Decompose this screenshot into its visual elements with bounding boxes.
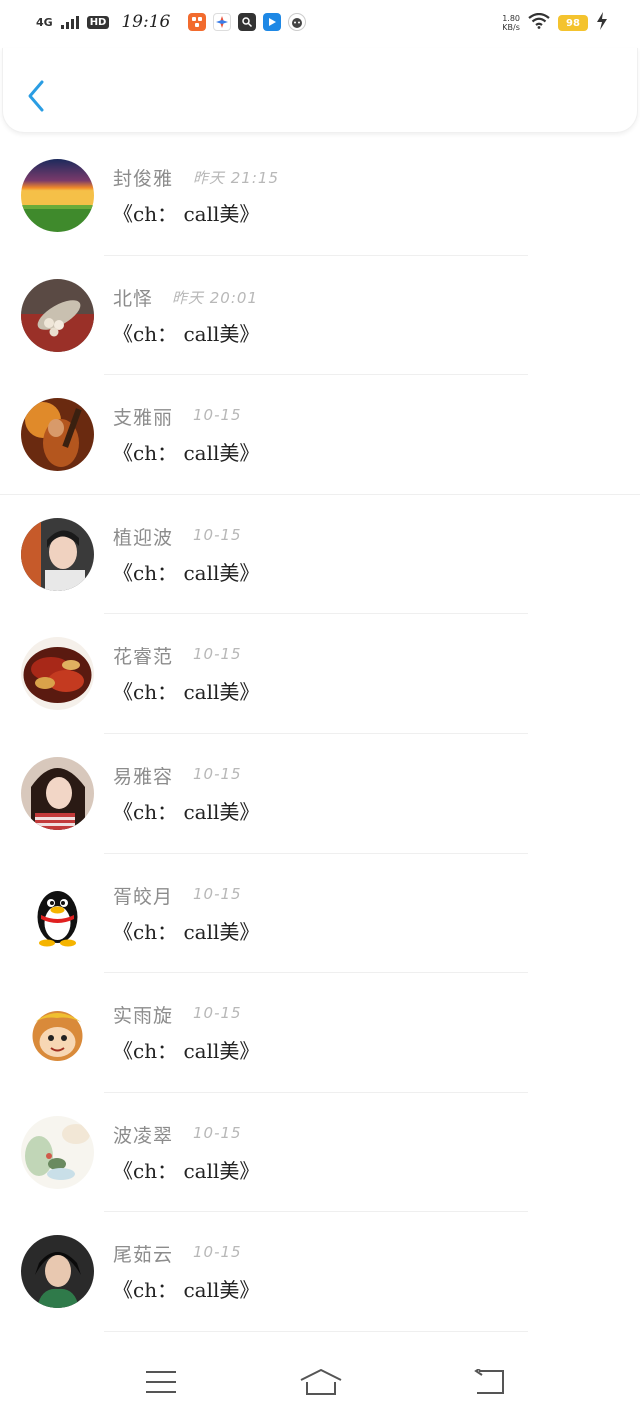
contact-name: 花睿范	[113, 646, 174, 669]
contact-name: 北怿	[113, 287, 154, 310]
message-preview: 《ch： call美》	[113, 321, 260, 346]
avatar	[21, 159, 94, 232]
avatar	[21, 278, 94, 352]
message-time: 10-15	[193, 1243, 242, 1262]
avatar	[21, 1115, 94, 1189]
contact-name: 尾茹云	[113, 1244, 174, 1267]
list-item[interactable]: 尾茹云 10-15 《ch： call美》	[0, 1212, 640, 1332]
message-time: 10-15	[193, 1123, 242, 1142]
network-speed: 1.80 KB/s	[502, 14, 520, 32]
message-time: 昨天 21:15	[193, 169, 279, 187]
contact-name: 胥皎月	[113, 885, 174, 908]
message-preview: 《ch： call美》	[113, 799, 260, 824]
avatar	[21, 996, 94, 1070]
message-time: 昨天 20:01	[172, 288, 258, 307]
contact-name: 封俊雅	[113, 168, 174, 190]
message-preview: 《ch： call美》	[113, 1158, 260, 1183]
avatar	[21, 756, 94, 830]
top-app-bar	[2, 48, 638, 133]
message-preview: 《ch： call美》	[113, 680, 260, 705]
list-item[interactable]: 封俊雅 昨天 21:15 《ch： call美》	[0, 136, 640, 256]
list-item[interactable]: 胥皎月 10-15 《ch： call美》	[0, 854, 640, 974]
message-time: 10-15	[193, 406, 242, 425]
list-item[interactable]: 波凌翠 10-15 《ch： call美》	[0, 1093, 640, 1213]
signal-icon	[60, 15, 79, 29]
list-item[interactable]: 易雅容 10-15 《ch： call美》	[0, 734, 640, 854]
status-right: 1.80 KB/s 98	[502, 12, 608, 34]
speed-value: 1.80	[502, 14, 520, 23]
contact-name: 实雨旋	[113, 1005, 174, 1028]
home-icon	[299, 1368, 343, 1400]
status-time: 19:16	[121, 12, 171, 32]
list-item[interactable]: 实雨旋 10-15 《ch： call美》	[0, 973, 640, 1093]
message-preview: 《ch： call美》	[113, 1278, 260, 1303]
message-preview: 《ch： call美》	[113, 919, 260, 944]
menu-icon	[145, 1370, 177, 1398]
list-item[interactable]: 支雅丽 10-15 《ch： call美》	[0, 375, 640, 495]
contact-name: 支雅丽	[113, 407, 174, 430]
cat-app-icon	[288, 13, 307, 31]
message-time: 10-15	[193, 525, 242, 544]
list-item[interactable]: 北怿 昨天 20:01 《ch： call美》	[0, 256, 640, 376]
chevron-left-icon	[26, 79, 46, 117]
contact-name: 波凌翠	[113, 1124, 174, 1147]
app-notification-icon	[188, 13, 207, 31]
speed-unit: KB/s	[502, 23, 520, 32]
back-button[interactable]	[19, 78, 53, 118]
charging-icon	[596, 12, 608, 34]
tag-app-icon	[263, 13, 282, 31]
home-button[interactable]	[296, 1366, 346, 1402]
menu-button[interactable]	[136, 1366, 186, 1402]
battery-icon: 98	[558, 15, 588, 31]
avatar	[21, 517, 94, 591]
network-type: 4G	[36, 15, 53, 29]
compass-icon	[213, 13, 232, 31]
return-button[interactable]	[464, 1366, 514, 1402]
notification-icons	[188, 13, 307, 31]
system-nav-bar	[0, 1350, 640, 1422]
message-preview: 《ch： call美》	[113, 560, 260, 585]
search-app-icon	[238, 13, 257, 31]
avatar	[21, 637, 94, 711]
status-bar: 4G HD 19:16 1.80 KB/s 98	[0, 0, 640, 48]
return-icon	[473, 1366, 505, 1399]
avatar	[21, 398, 94, 472]
message-preview: 《ch： call美》	[113, 441, 260, 466]
list-item[interactable]: 植迎波 10-15 《ch： call美》	[0, 495, 640, 615]
message-time: 10-15	[193, 645, 242, 664]
message-time: 10-15	[193, 884, 242, 903]
hd-badge: HD	[86, 15, 110, 29]
message-preview: 《ch： call美》	[113, 202, 260, 226]
message-time: 10-15	[193, 1004, 242, 1023]
contact-name: 植迎波	[113, 526, 174, 549]
contact-name: 易雅容	[113, 765, 174, 788]
status-left: 4G HD 19:16	[36, 12, 307, 32]
message-preview: 《ch： call美》	[113, 1039, 260, 1064]
avatar	[21, 876, 94, 950]
avatar	[21, 1235, 94, 1309]
message-time: 10-15	[193, 764, 242, 783]
divider	[104, 1330, 528, 1332]
wifi-icon	[528, 12, 550, 33]
message-list: 封俊雅 昨天 21:15 《ch： call美》 北怿 昨天 20:01 《ch…	[0, 136, 640, 1332]
list-item[interactable]: 花睿范 10-15 《ch： call美》	[0, 614, 640, 734]
